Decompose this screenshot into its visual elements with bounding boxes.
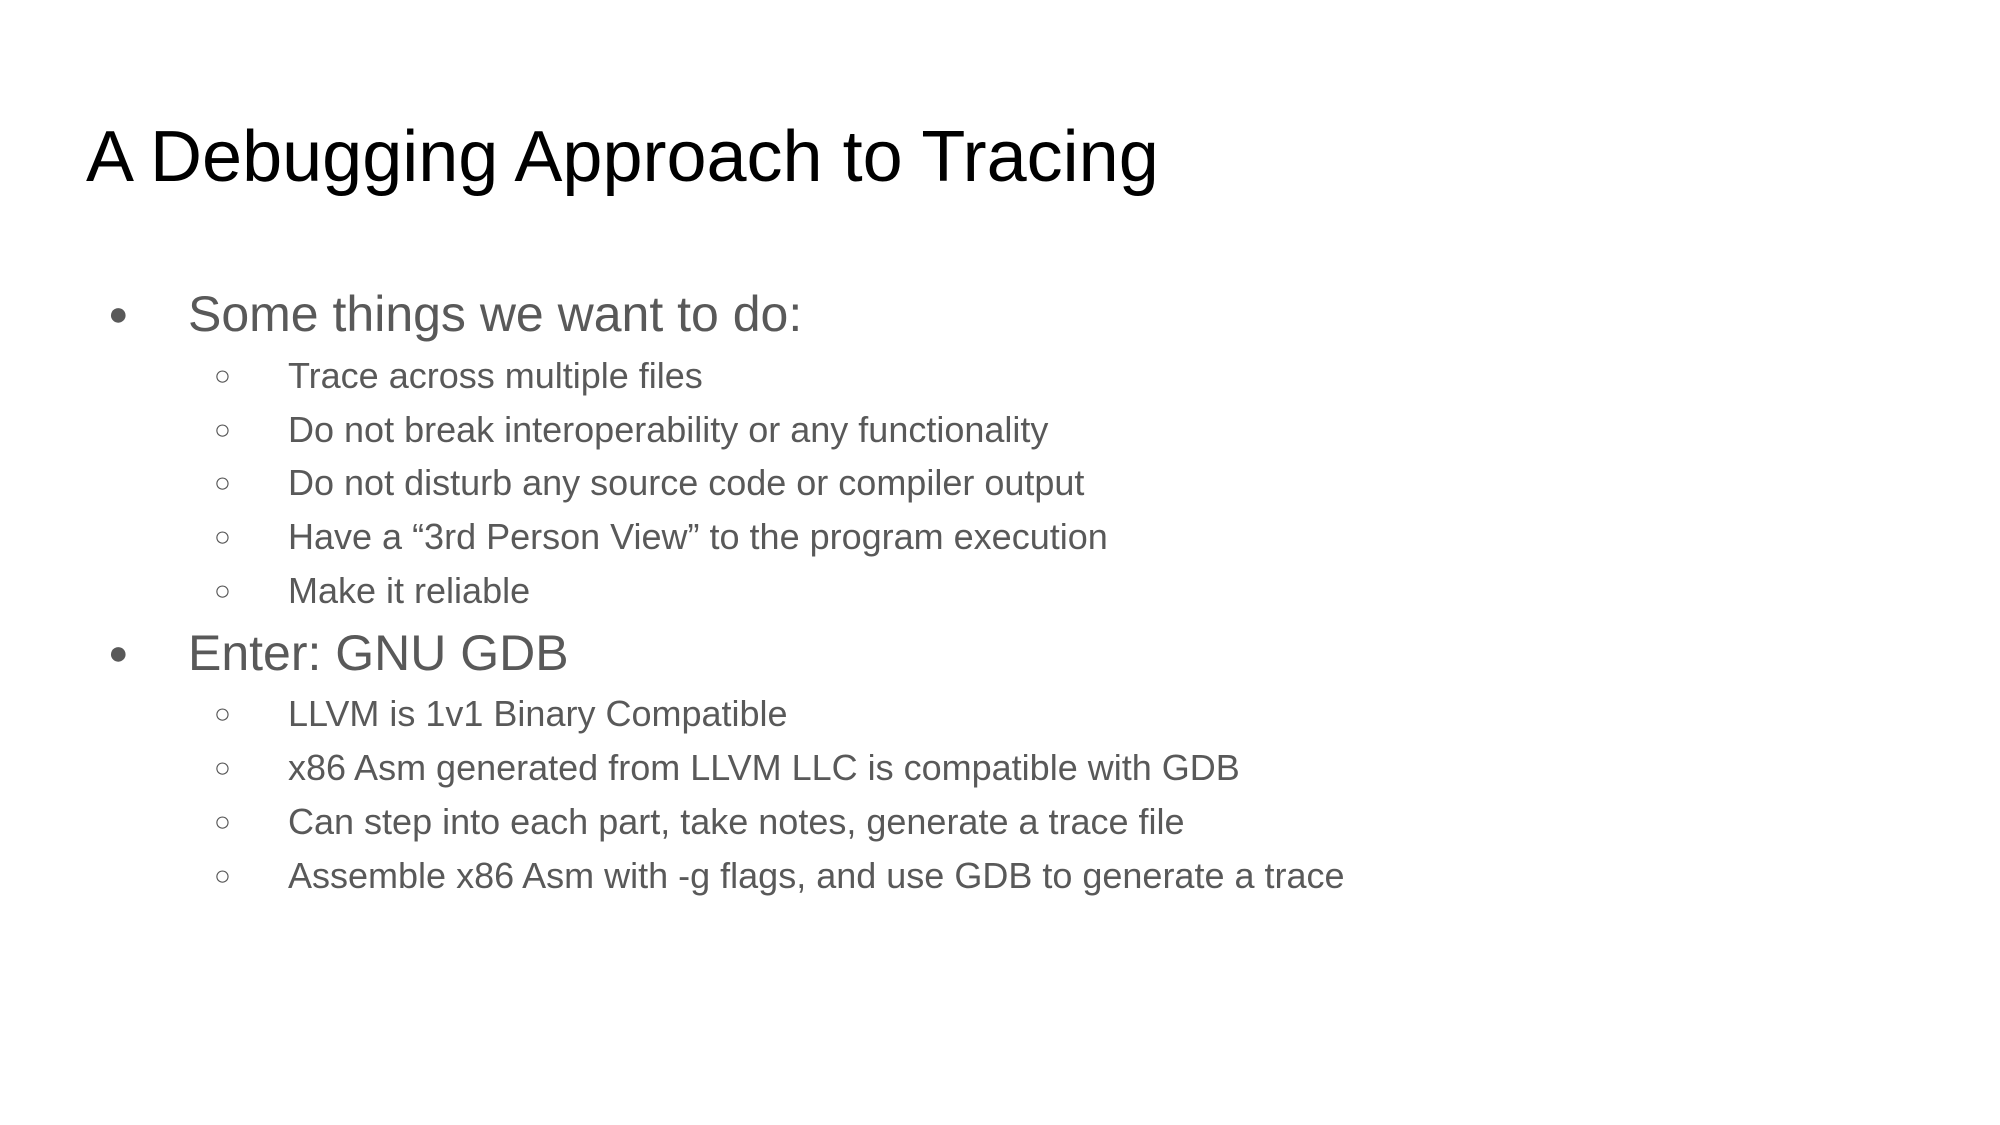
hollow-bullet-icon: ○ xyxy=(214,575,231,606)
sub-bullet-item: ○ Trace across multiple files xyxy=(214,354,703,398)
sub-bullet-text: Do not disturb any source code or compil… xyxy=(288,462,1085,503)
hollow-bullet-icon: ○ xyxy=(214,521,231,552)
sub-bullet-item: ○ Can step into each part, take notes, ge… xyxy=(214,800,1185,844)
bullet-text: Enter: GNU GDB xyxy=(188,625,569,681)
slide: A Debugging Approach to Tracing ● Some th… xyxy=(0,0,2000,1125)
hollow-bullet-icon: ○ xyxy=(214,752,231,783)
sub-bullet-text: LLVM is 1v1 Binary Compatible xyxy=(288,693,788,734)
sub-bullet-text: Can step into each part, take notes, gen… xyxy=(288,801,1185,842)
bullet-text: Some things we want to do: xyxy=(188,286,803,342)
sub-bullet-item: ○ Do not break interoperability or any fu… xyxy=(214,408,1049,452)
sub-bullet-item: ○ Do not disturb any source code or compi… xyxy=(214,461,1085,505)
sub-bullet-item: ○ LLVM is 1v1 Binary Compatible xyxy=(214,692,788,736)
sub-bullet-text: x86 Asm generated from LLVM LLC is compa… xyxy=(288,747,1240,788)
bullet-item: ● Some things we want to do: xyxy=(108,284,803,344)
sub-bullet-item: ○ x86 Asm generated from LLVM LLC is comp… xyxy=(214,746,1240,790)
hollow-bullet-icon: ○ xyxy=(214,860,231,891)
sub-bullet-item: ○ Assemble x86 Asm with -g flags, and use… xyxy=(214,854,1345,898)
filled-bullet-icon: ● xyxy=(108,634,129,672)
sub-bullet-text: Have a “3rd Person View” to the program … xyxy=(288,516,1108,557)
filled-bullet-icon: ● xyxy=(108,295,129,333)
bullet-item: ● Enter: GNU GDB xyxy=(108,623,569,683)
hollow-bullet-icon: ○ xyxy=(214,360,231,391)
sub-bullet-text: Trace across multiple files xyxy=(288,355,703,396)
sub-bullet-text: Make it reliable xyxy=(288,570,531,611)
hollow-bullet-icon: ○ xyxy=(214,467,231,498)
sub-bullet-item: ○ Have a “3rd Person View” to the program… xyxy=(214,515,1108,559)
hollow-bullet-icon: ○ xyxy=(214,698,231,729)
sub-bullet-text: Do not break interoperability or any fun… xyxy=(288,409,1049,450)
hollow-bullet-icon: ○ xyxy=(214,806,231,837)
sub-bullet-item: ○ Make it reliable xyxy=(214,569,531,613)
sub-bullet-text: Assemble x86 Asm with -g flags, and use … xyxy=(288,855,1345,896)
hollow-bullet-icon: ○ xyxy=(214,414,231,445)
slide-title: A Debugging Approach to Tracing xyxy=(86,117,1159,197)
